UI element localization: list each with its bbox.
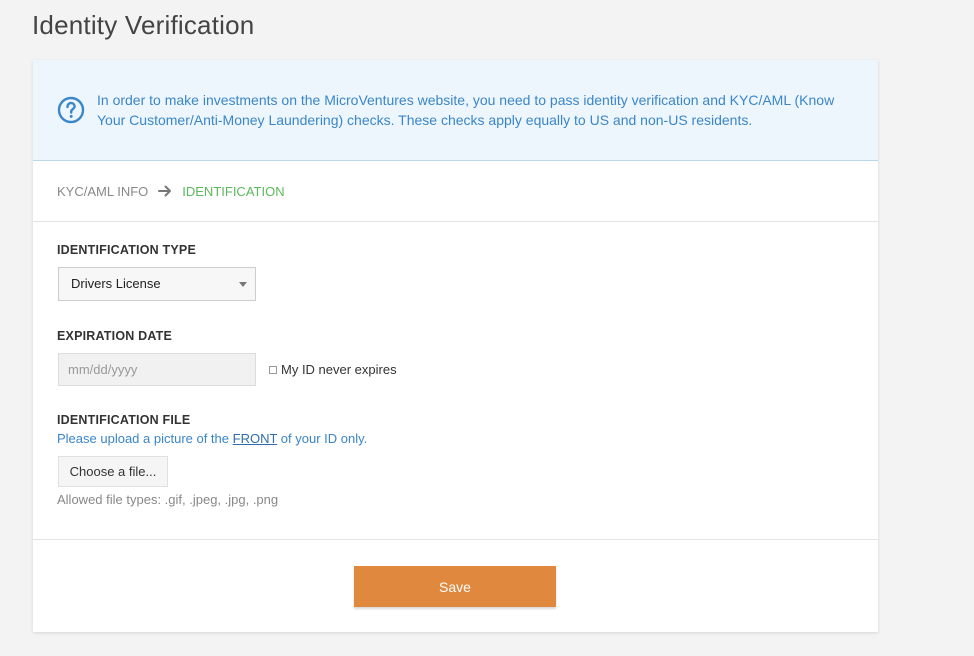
form-footer: Save	[33, 540, 878, 630]
upload-hint-suffix: of your ID only.	[277, 431, 368, 446]
identification-file-label: IDENTIFICATION FILE	[57, 413, 191, 427]
identification-type-label: IDENTIFICATION TYPE	[57, 243, 196, 257]
identification-form: IDENTIFICATION TYPE Drivers License EXPI…	[33, 222, 878, 540]
upload-hint-prefix: Please upload a picture of the	[57, 431, 233, 446]
breadcrumb-step-kyc-aml-info[interactable]: KYC/AML INFO	[57, 184, 148, 199]
upload-hint-front: FRONT	[232, 431, 278, 446]
info-banner: In order to make investments on the Micr…	[33, 60, 878, 161]
never-expires-label: My ID never expires	[281, 362, 397, 377]
verification-card: In order to make investments on the Micr…	[33, 60, 878, 632]
info-text: In order to make investments on the Micr…	[97, 92, 835, 128]
upload-hint: Please upload a picture of the FRONT of …	[57, 431, 367, 446]
identification-type-select[interactable]: Drivers License	[58, 267, 256, 301]
choose-file-button[interactable]: Choose a file...	[58, 456, 168, 487]
save-button[interactable]: Save	[354, 566, 556, 607]
never-expires-checkbox[interactable]	[269, 365, 277, 374]
expiration-date-label: EXPIRATION DATE	[57, 329, 173, 343]
breadcrumb: KYC/AML INFO IDENTIFICATION	[33, 161, 878, 222]
page-title: Identity Verification	[32, 10, 255, 40]
never-expires-option[interactable]: My ID never expires	[269, 362, 397, 377]
arrow-right-icon	[158, 185, 172, 197]
allowed-file-types: Allowed file types: .gif, .jpeg, .jpg, .…	[57, 492, 279, 507]
identification-type-value: Drivers License	[71, 276, 161, 291]
expiration-date-input[interactable]	[58, 353, 256, 386]
caret-down-icon	[239, 282, 247, 287]
breadcrumb-step-identification: IDENTIFICATION	[182, 183, 285, 199]
question-circle-icon	[57, 96, 85, 124]
